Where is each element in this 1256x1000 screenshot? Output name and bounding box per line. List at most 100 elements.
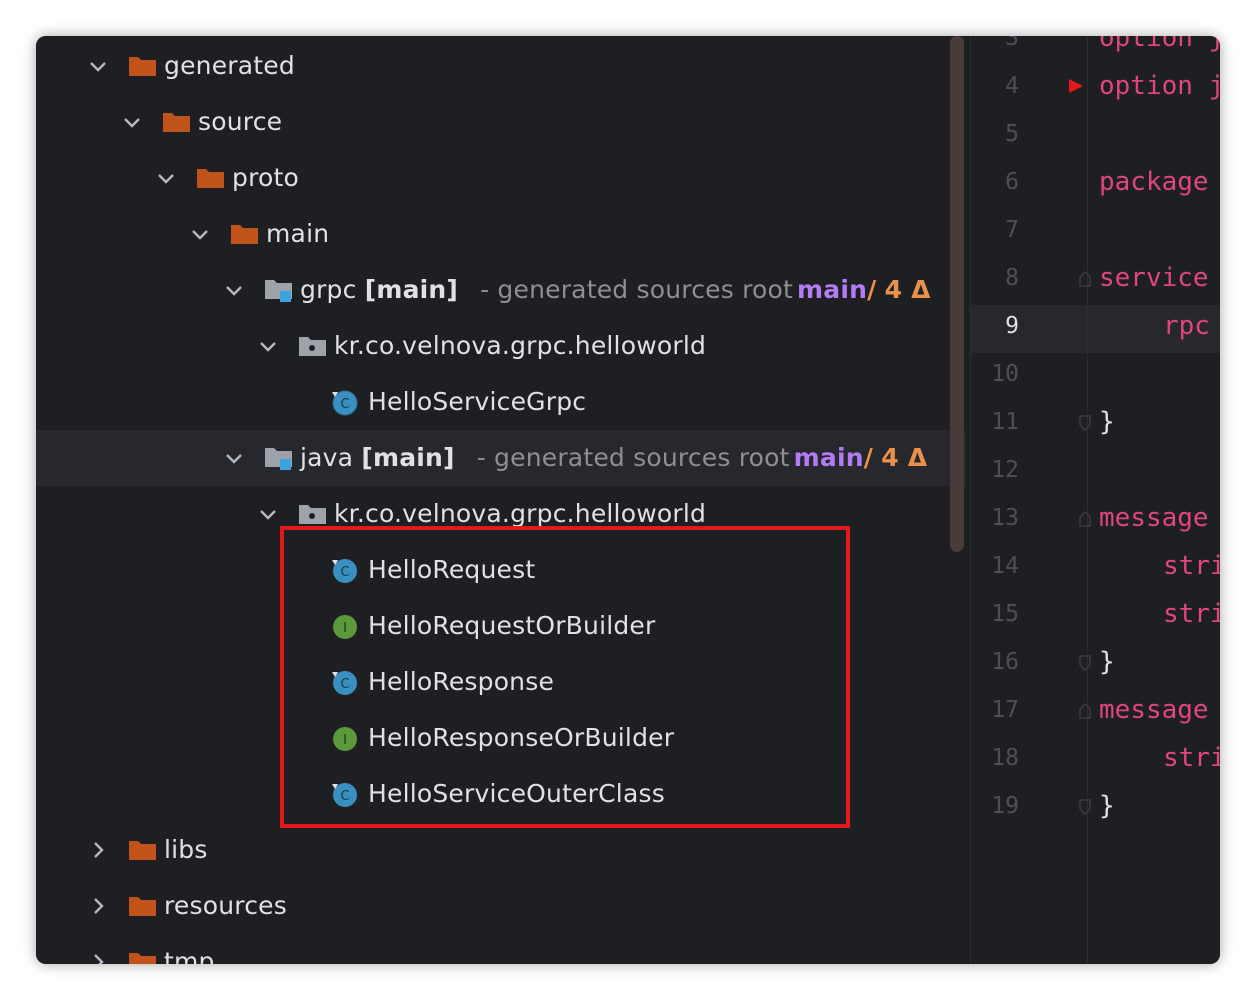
editor-line: 12 (971, 447, 1087, 495)
run-arrow-icon[interactable] (1067, 77, 1085, 99)
tree-item-source[interactable]: source (36, 94, 966, 150)
code-text: option j (1099, 71, 1220, 101)
tree-item-class[interactable]: C HelloServiceGrpc (36, 374, 966, 430)
chevron-right-icon[interactable] (86, 894, 110, 918)
folder-icon (128, 838, 158, 862)
highlight-box (280, 526, 850, 828)
line-number: 5 (1005, 121, 1019, 147)
chevron-down-icon[interactable] (222, 446, 246, 470)
package-icon (298, 502, 328, 526)
line-number: 9 (1005, 313, 1019, 339)
folder-icon (128, 894, 158, 918)
line-number: 8 (1005, 265, 1019, 291)
code-text: stri (1163, 551, 1220, 581)
code-editor[interactable]: 3 option j 4 option j 5 6 package 7 8 servic… (970, 36, 1220, 964)
fold-marker-icon[interactable] (1079, 270, 1091, 287)
svg-text:C: C (340, 397, 349, 412)
editor-line: 5 (971, 111, 1087, 159)
fold-marker-icon[interactable] (1079, 702, 1091, 719)
editor-line: 3 option j (971, 36, 1220, 63)
folder-icon (162, 110, 192, 134)
tree-item-label: generated (164, 51, 295, 80)
source-root-folder-icon (264, 446, 294, 470)
tree-item-label: main (266, 219, 330, 248)
code-text: } (1099, 407, 1115, 437)
code-text: stri (1163, 743, 1220, 773)
editor-line: 13 message (971, 495, 1208, 543)
fold-marker-icon[interactable] (1079, 655, 1091, 672)
gutter-divider (1087, 36, 1088, 964)
vcs-branch: main (793, 443, 864, 472)
editor-line: 17 message (971, 687, 1208, 735)
source-root-description: - generated sources root (480, 275, 794, 304)
chevron-down-icon[interactable] (256, 334, 280, 358)
tree-item-proto[interactable]: proto (36, 150, 966, 206)
code-text: stri (1163, 599, 1220, 629)
fold-marker-icon[interactable] (1079, 799, 1091, 816)
module-scope: [main] (364, 275, 459, 304)
code-text: } (1099, 791, 1115, 821)
editor-line: 9 rpc (971, 303, 1210, 351)
chevron-down-icon[interactable] (154, 166, 178, 190)
tree-item-label: source (198, 107, 283, 136)
tree-item-label: kr.co.velnova.grpc.helloworld (334, 331, 707, 360)
line-number: 13 (991, 505, 1019, 531)
tree-item-main[interactable]: main (36, 206, 966, 262)
code-text: } (1099, 647, 1115, 677)
tree-item-libs[interactable]: libs (36, 822, 966, 878)
line-number: 14 (991, 553, 1019, 579)
line-number: 6 (1005, 169, 1019, 195)
folder-name: grpc (300, 275, 357, 304)
project-tree: generated source proto main grpc [main] (36, 36, 966, 964)
tree-item-package[interactable]: kr.co.velnova.grpc.helloworld (36, 318, 966, 374)
editor-line: 11} (971, 399, 1114, 447)
tree-item-generated[interactable]: generated (36, 38, 966, 94)
editor-line: 10 (971, 351, 1087, 399)
vertical-scrollbar[interactable] (950, 36, 964, 552)
tree-item-grpc-source-root[interactable]: grpc [main] - generated sources root main/… (36, 262, 966, 318)
tree-item-label: proto (232, 163, 299, 192)
line-number: 18 (991, 745, 1019, 771)
branch-separator: / (863, 443, 874, 472)
editor-line: 6 package (971, 159, 1208, 207)
folder-name: java (300, 443, 354, 472)
code-text: package (1099, 167, 1209, 197)
chevron-down-icon[interactable] (256, 502, 280, 526)
vcs-branch: main (797, 275, 868, 304)
code-text: rpc (1163, 311, 1210, 341)
editor-line: 19} (971, 783, 1114, 831)
tree-item-tmp[interactable]: tmp (36, 934, 966, 964)
chevron-down-icon[interactable] (188, 222, 212, 246)
class-icon: C (330, 388, 358, 416)
chevron-down-icon[interactable] (86, 54, 110, 78)
line-number: 12 (991, 457, 1019, 483)
chevron-right-icon[interactable] (86, 838, 110, 862)
chevron-down-icon[interactable] (120, 110, 144, 134)
tree-item-resources[interactable]: resources (36, 878, 966, 934)
fold-marker-icon[interactable] (1079, 415, 1091, 432)
folder-icon (230, 222, 260, 246)
tree-item-label: resources (164, 891, 287, 920)
folder-icon (196, 166, 226, 190)
line-number: 16 (991, 649, 1019, 675)
line-number: 7 (1005, 217, 1019, 243)
module-scope: [main] (361, 443, 455, 472)
tree-item-label: libs (164, 835, 208, 864)
tree-item-label: HelloServiceGrpc (368, 387, 587, 416)
tree-item-java-source-root[interactable]: java [main] - generated sources root main/… (36, 430, 966, 486)
fold-marker-icon[interactable] (1079, 510, 1091, 527)
line-number: 19 (991, 793, 1019, 819)
chevron-right-icon[interactable] (86, 950, 110, 964)
chevron-down-icon[interactable] (222, 278, 246, 302)
source-root-label: java [main] - generated sources root main/… (300, 443, 927, 472)
vcs-changes-badge: 4 Δ (881, 443, 928, 472)
line-number: 17 (991, 697, 1019, 723)
vcs-changes-badge: 4 Δ (884, 275, 931, 304)
editor-line: 18 stri (971, 735, 1220, 783)
code-text: message (1099, 503, 1209, 533)
source-root-description: - generated sources root (476, 443, 790, 472)
source-root-folder-icon (264, 278, 294, 302)
folder-icon (128, 54, 158, 78)
source-root-label: grpc [main] - generated sources root main/… (300, 275, 931, 304)
editor-line: 8 service (971, 255, 1208, 303)
